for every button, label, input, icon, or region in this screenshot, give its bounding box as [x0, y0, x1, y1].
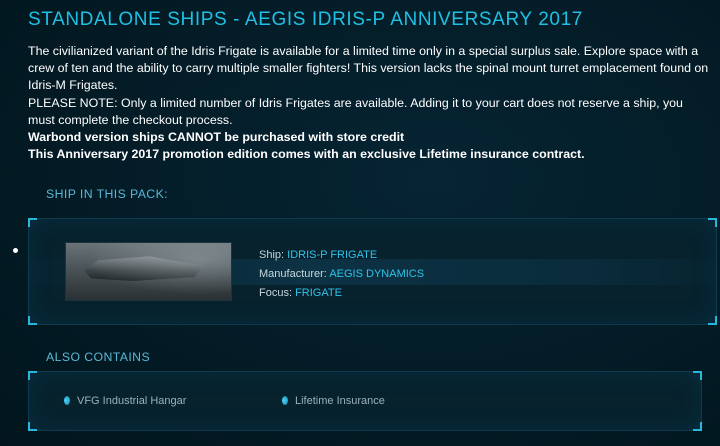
ship-info: Ship: IDRIS-P FRIGATE Manufacturer: AEGI…	[259, 246, 424, 303]
focus-value: FRIGATE	[295, 287, 342, 299]
focus-row: Focus: FRIGATE	[259, 284, 424, 303]
corner-bracket-icon	[693, 371, 702, 380]
manufacturer-value: AEGIS DYNAMICS	[329, 268, 425, 280]
ship-name-row: Ship: IDRIS-P FRIGATE	[259, 246, 424, 265]
corner-bracket-icon	[28, 422, 37, 431]
corner-bracket-icon	[708, 218, 717, 227]
item-marker-icon	[282, 396, 288, 405]
description-paragraph: The civilianized variant of the Idris Fr…	[28, 44, 709, 93]
corner-bracket-icon	[28, 371, 37, 380]
focus-label: Focus:	[259, 287, 293, 299]
corner-bracket-icon	[693, 422, 702, 431]
ship-thumbnail[interactable]	[66, 243, 231, 300]
ship-card[interactable]: Ship: IDRIS-P FRIGATE Manufacturer: AEGI…	[28, 218, 717, 325]
ship-name-value: IDRIS-P FRIGATE	[287, 249, 378, 261]
manufacturer-label: Manufacturer:	[259, 268, 327, 280]
list-item: VFG Industrial Hangar	[64, 395, 186, 407]
manufacturer-row: Manufacturer: AEGIS DYNAMICS	[259, 265, 424, 284]
page-title: STANDALONE SHIPS - AEGIS IDRIS-P ANNIVER…	[28, 9, 583, 30]
corner-bracket-icon	[708, 316, 717, 325]
purchase-note: PLEASE NOTE: Only a limited number of Id…	[28, 95, 683, 127]
item-marker-icon	[64, 396, 70, 405]
also-contains-panel: VFG Industrial Hangar Lifetime Insurance	[28, 371, 702, 431]
list-item: Lifetime Insurance	[282, 395, 385, 407]
list-item-label: Lifetime Insurance	[295, 395, 385, 407]
ship-section-heading: SHIP IN THIS PACK:	[46, 187, 169, 201]
warbond-notice: Warbond version ships CANNOT be purchase…	[28, 130, 405, 145]
list-item-label: VFG Industrial Hangar	[77, 395, 187, 407]
ship-name-label: Ship:	[259, 249, 285, 261]
insurance-notice: This Anniversary 2017 promotion edition …	[28, 147, 585, 162]
corner-bracket-icon	[28, 218, 37, 227]
also-contains-heading: ALSO CONTAINS	[46, 350, 151, 364]
corner-bracket-icon	[28, 316, 37, 325]
thumbnail-haze	[66, 243, 231, 300]
product-description: The civilianized variant of the Idris Fr…	[28, 43, 712, 163]
dot-bullet-icon	[13, 248, 18, 253]
